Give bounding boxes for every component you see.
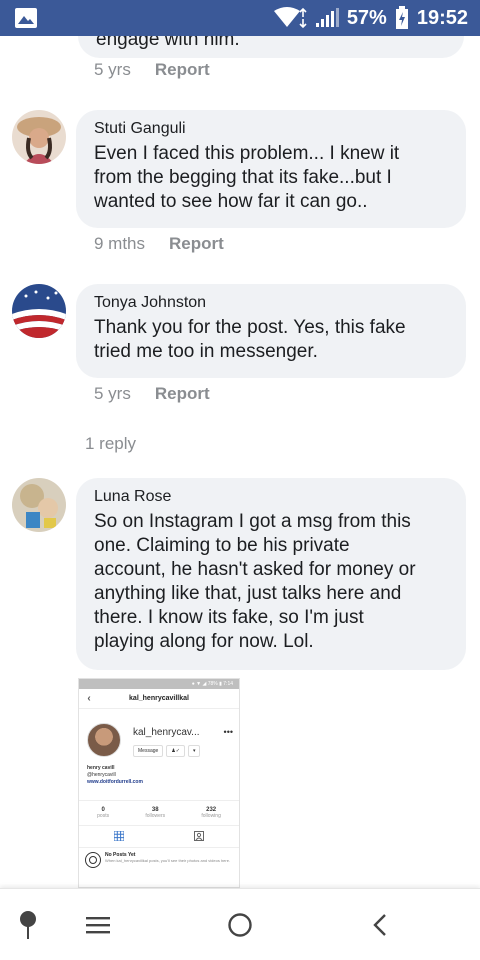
attachment-profile-title: kal_henrycavillkal — [129, 695, 189, 702]
attachment-avatar — [87, 723, 121, 757]
attachment-profile: kal_henrycav... ••• Message ♟✓ ▾ — [79, 709, 239, 765]
view-replies-link[interactable]: 1 reply — [85, 434, 136, 454]
attachment-tabs — [79, 825, 239, 847]
attachment-header: ‹ kal_henrycavillkal — [79, 689, 239, 709]
recent-apps-icon[interactable] — [80, 907, 116, 943]
comment-text: Even I faced this problem... I knew it f… — [94, 143, 400, 212]
wifi-icon — [273, 7, 307, 29]
pin-icon[interactable] — [10, 907, 46, 943]
back-icon[interactable] — [362, 907, 398, 943]
comment-time[interactable]: 5 yrs — [94, 384, 131, 404]
comment-author[interactable]: Luna Rose — [94, 488, 448, 506]
dropdown-icon: ▾ — [187, 745, 201, 757]
comment-text: Thank you for the post. Yes, this fake t… — [94, 317, 406, 362]
report-button[interactable]: Report — [155, 384, 210, 404]
back-arrow-icon: ‹ — [87, 693, 91, 704]
comment-text: engage with him. — [96, 36, 240, 50]
signal-icon — [315, 8, 339, 28]
avatar[interactable] — [12, 478, 66, 532]
image-icon — [14, 7, 38, 29]
comment-time[interactable]: 5 yrs — [94, 60, 131, 80]
grid-icon — [113, 828, 125, 846]
system-navigation-bar — [0, 888, 480, 960]
comment-bubble[interactable]: Luna Rose So on Instagram I got a msg fr… — [76, 478, 466, 670]
report-button[interactable]: Report — [169, 234, 224, 254]
attachment-status-bar: ● ▼ ◢ 78% ▮ 7:14 — [79, 679, 239, 689]
attachment-stats: 0 posts 38 followers 232 following — [79, 800, 239, 819]
attachment-empty-state: No Posts Yet When kal_henrycavillkal pos… — [79, 847, 239, 872]
comment-bubble[interactable]: engage with him. — [78, 36, 464, 58]
avatar[interactable] — [12, 110, 66, 164]
clock: 19:52 — [416, 6, 468, 29]
battery-icon — [395, 6, 409, 30]
comments-list[interactable]: engage with him. 5 yrs Report Stuti Gang… — [0, 36, 480, 888]
avatar[interactable] — [12, 284, 66, 338]
report-button[interactable]: Report — [155, 60, 210, 80]
comment-bubble[interactable]: Stuti Ganguli Even I faced this problem.… — [76, 110, 466, 228]
attachment-bio: henry cavill @henrycavill www.doitfordur… — [87, 765, 143, 785]
camera-icon — [85, 852, 101, 868]
comment-bubble[interactable]: Tonya Johnston Thank you for the post. Y… — [76, 284, 466, 378]
comment-time[interactable]: 9 mths — [94, 234, 145, 254]
comment-author[interactable]: Tonya Johnston — [94, 294, 448, 312]
follow-user-icon: ♟✓ — [166, 745, 185, 757]
home-icon[interactable] — [222, 907, 258, 943]
comment-attachment-image[interactable]: ● ▼ ◢ 78% ▮ 7:14 ‹ kal_henrycavillkal ka… — [78, 678, 240, 888]
attachment-message-button: Message — [133, 745, 164, 757]
tagged-icon — [194, 828, 204, 846]
comment-text: So on Instagram I got a msg from this on… — [94, 511, 416, 652]
battery-percent: 57% — [346, 6, 387, 29]
status-bar: 57% 19:52 — [0, 0, 480, 36]
more-icon: ••• — [223, 727, 233, 737]
attachment-username: kal_henrycav... — [133, 727, 200, 738]
comment-author[interactable]: Stuti Ganguli — [94, 120, 448, 138]
